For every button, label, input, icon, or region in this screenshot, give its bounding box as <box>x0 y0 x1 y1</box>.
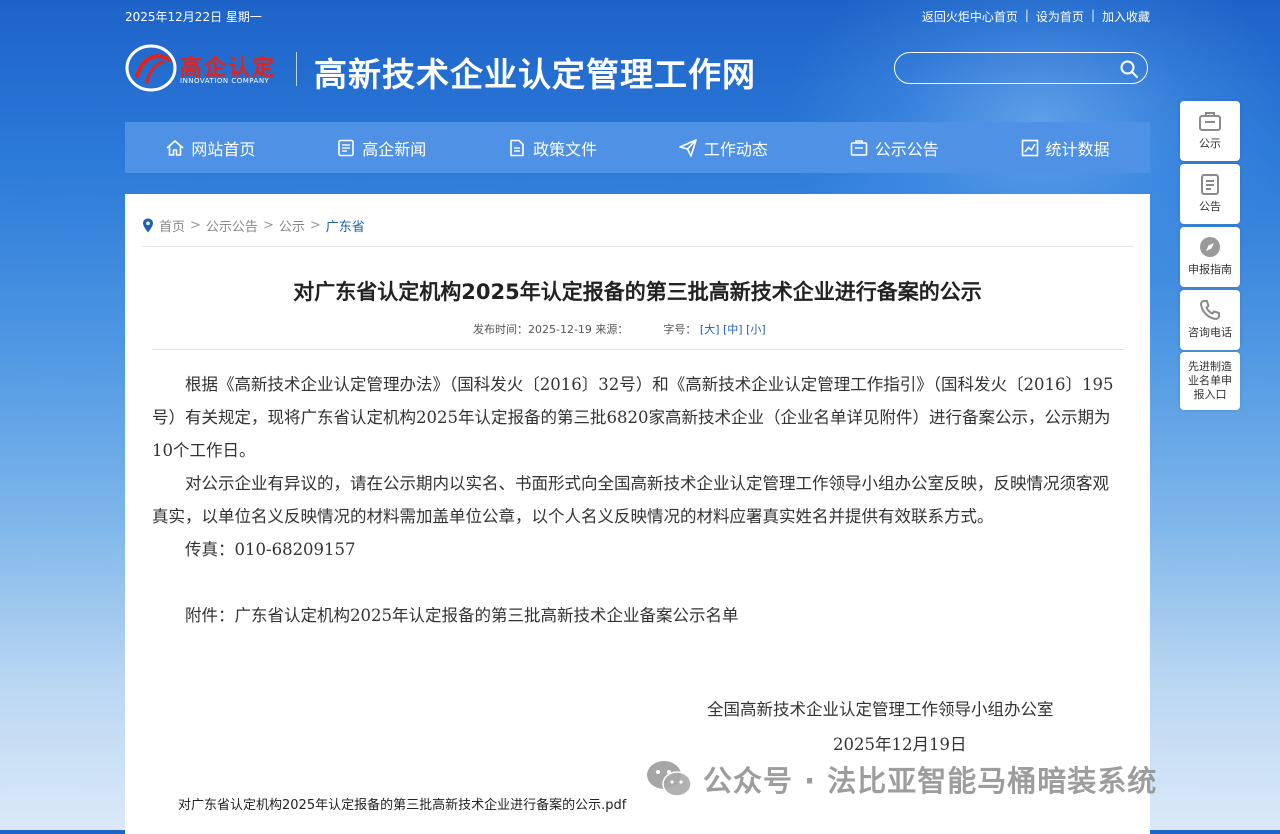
clipboard-icon <box>1201 174 1219 195</box>
nav-item-work-updates[interactable]: 工作动态 <box>637 122 808 173</box>
fax-line: 传真：010-68209157 <box>185 540 356 559</box>
font-size-small[interactable]: 小 <box>750 323 761 336</box>
location-pin-icon <box>143 218 153 233</box>
article-panel: 首页 > 公示公告 > 公示 > 广东省 对广东省认定机构2025年认定报备的第… <box>125 194 1150 834</box>
breadcrumb-publicity[interactable]: 公示 <box>279 216 305 235</box>
signer: 全国高新技术企业认定管理工作领导小组办公室 <box>707 700 1054 719</box>
article-body: 根据《高新技术企业认定管理办法》（国科发火〔2016〕32号）和《高新技术企业认… <box>152 368 1120 632</box>
nav-item-notices[interactable]: 公示公告 <box>808 122 979 173</box>
font-size-medium[interactable]: 中 <box>727 323 738 336</box>
divider <box>142 246 1133 247</box>
breadcrumb-separator: > <box>309 218 321 233</box>
search-icon[interactable] <box>1119 59 1139 79</box>
link-torch-center-home[interactable]: 返回火炬中心首页 <box>922 8 1018 25</box>
side-button-publicity[interactable]: 公示 <box>1180 101 1240 161</box>
side-button-announcement[interactable]: 公告 <box>1180 164 1240 224</box>
compass-icon <box>1200 237 1220 257</box>
attachment-line: 附件：广东省认定机构2025年认定报备的第三批高新技术企业备案公示名单 <box>185 606 739 625</box>
news-icon <box>338 139 355 156</box>
briefcase-icon <box>1199 112 1221 131</box>
search-input[interactable] <box>907 58 1116 80</box>
side-button-hotline[interactable]: 咨询电话 <box>1180 290 1240 350</box>
breadcrumb: 首页 > 公示公告 > 公示 > 广东省 <box>142 216 365 235</box>
logo-icon[interactable] <box>125 42 177 94</box>
side-button-guide[interactable]: 申报指南 <box>1180 227 1240 287</box>
font-size-large[interactable]: 大 <box>704 323 715 336</box>
font-size-label: 字号： <box>663 323 697 336</box>
site-title: 高新技术企业认定管理工作网 <box>314 55 756 94</box>
chart-icon <box>1021 139 1038 156</box>
nav-item-statistics[interactable]: 统计数据 <box>979 122 1150 173</box>
breadcrumb-notices[interactable]: 公示公告 <box>206 216 258 235</box>
link-add-favorite[interactable]: 加入收藏 <box>1102 8 1150 25</box>
nav-item-policy[interactable]: 政策文件 <box>467 122 638 173</box>
side-button-label: 咨询电话 <box>1188 326 1232 339</box>
separator: | <box>1024 8 1029 22</box>
publish-info: 发布时间：2025-12-19 来源： <box>473 323 629 336</box>
paragraph: 对公示企业有异议的，请在公示期内以实名、书面形式向全国高新技术企业认定管理工作领… <box>152 474 1109 526</box>
nav-label: 公示公告 <box>874 139 939 159</box>
top-bar: 2025年12月22日 星期一 返回火炬中心首页 | 设为首页 | 加入收藏 <box>125 8 1150 24</box>
paragraph: 根据《高新技术企业认定管理办法》（国科发火〔2016〕32号）和《高新技术企业认… <box>152 375 1114 460</box>
article-meta: 发布时间：2025-12-19 来源： 字号： [大] [中] [小] <box>473 323 766 336</box>
nav-label: 高企新闻 <box>362 139 427 159</box>
nav-label: 政策文件 <box>533 139 598 159</box>
sign-date: 2025年12月19日 <box>833 735 967 754</box>
divider <box>152 349 1124 350</box>
nav-item-home[interactable]: 网站首页 <box>125 122 296 173</box>
breadcrumb-separator: > <box>190 218 201 233</box>
notice-icon <box>850 139 868 156</box>
logo-divider <box>296 52 297 86</box>
paper-plane-icon <box>679 138 697 157</box>
logo-subtitle: INNOVATION COMPANY <box>180 77 270 85</box>
breadcrumb-current[interactable]: 广东省 <box>326 216 365 235</box>
link-set-homepage[interactable]: 设为首页 <box>1036 8 1084 25</box>
phone-icon <box>1200 300 1220 320</box>
home-icon <box>166 139 184 156</box>
search-box <box>894 52 1148 84</box>
nav-label: 工作动态 <box>703 139 768 159</box>
pdf-attachment-link[interactable]: 对广东省认定机构2025年认定报备的第三批高新技术企业进行备案的公示.pdf <box>178 794 626 813</box>
nav-item-news[interactable]: 高企新闻 <box>296 122 467 173</box>
side-button-manufacturing-entry[interactable]: 先进制造业名单申报入口 <box>1180 352 1240 410</box>
top-links: 返回火炬中心首页 | 设为首页 | 加入收藏 <box>922 8 1150 25</box>
side-button-label: 先进制造业名单申报入口 <box>1188 360 1232 401</box>
main-nav: 网站首页 高企新闻 政策文件 工作动态 公示公告 统计数据 <box>125 122 1150 173</box>
breadcrumb-separator: > <box>262 218 274 233</box>
side-button-label: 公告 <box>1199 200 1221 213</box>
current-date: 2025年12月22日 星期一 <box>125 10 262 24</box>
side-button-label: 申报指南 <box>1188 263 1232 276</box>
document-icon <box>510 139 524 156</box>
side-button-label: 公示 <box>1199 137 1221 150</box>
nav-label: 统计数据 <box>1045 139 1110 159</box>
breadcrumb-home[interactable]: 首页 <box>159 216 185 235</box>
nav-label: 网站首页 <box>191 139 256 159</box>
article-title: 对广东省认定机构2025年认定报备的第三批高新技术企业进行备案的公示 <box>293 280 982 304</box>
separator: | <box>1090 8 1095 22</box>
